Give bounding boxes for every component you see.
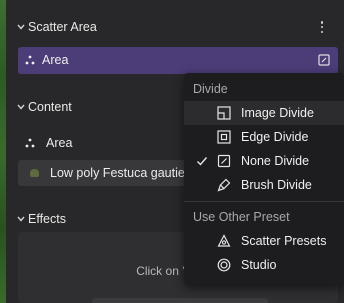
- preset-group-title: Use Other Preset: [193, 210, 290, 224]
- studio-icon: [217, 258, 231, 272]
- menu-item-none-divide[interactable]: None Divide: [184, 149, 344, 173]
- menu-item-scatter-presets[interactable]: Scatter Presets: [184, 229, 344, 253]
- menu-item-label: Image Divide: [241, 106, 314, 120]
- scatter-area-label: Area: [42, 53, 69, 67]
- scatter-area-header[interactable]: Scatter Area: [6, 14, 344, 40]
- asset-item[interactable]: Low poly Festuca gautier: [18, 160, 208, 186]
- menu-item-studio[interactable]: Studio: [184, 253, 344, 277]
- brush-divide-icon: [217, 178, 231, 192]
- scatter-dots-icon: [25, 138, 35, 148]
- section-title: Effects: [28, 212, 66, 226]
- section-title: Scatter Area: [28, 20, 97, 34]
- section-title: Content: [28, 100, 72, 114]
- scatter-presets-icon: [217, 234, 231, 247]
- kebab-menu-icon[interactable]: [316, 20, 328, 34]
- edge-divide-icon: [217, 130, 231, 144]
- checkmark-icon: [197, 157, 208, 166]
- menu-item-brush-divide[interactable]: Brush Divide: [184, 173, 344, 197]
- menu-item-label: None Divide: [241, 154, 310, 168]
- menu-item-label: Brush Divide: [241, 178, 312, 192]
- divide-group-title: Divide: [193, 82, 228, 96]
- add-effect-button[interactable]: [92, 298, 268, 303]
- none-divide-mode-icon[interactable]: [318, 54, 330, 66]
- asset-label: Low poly Festuca gautier: [50, 166, 189, 180]
- chevron-down-icon[interactable]: [16, 102, 26, 112]
- scatter-dots-icon: [25, 55, 35, 65]
- menu-item-label: Scatter Presets: [241, 234, 327, 248]
- chevron-down-icon[interactable]: [16, 214, 26, 224]
- image-divide-icon: [217, 106, 231, 120]
- none-divide-icon: [217, 154, 231, 168]
- chevron-down-icon[interactable]: [16, 22, 26, 32]
- menu-item-label: Edge Divide: [241, 130, 309, 144]
- content-area-label: Area: [46, 136, 73, 150]
- menu-item-edge-divide[interactable]: Edge Divide: [184, 125, 344, 149]
- menu-item-image-divide[interactable]: Image Divide: [184, 101, 344, 125]
- divide-dropdown-menu: Divide Image Divide Edge Divide None Div…: [184, 73, 344, 285]
- menu-separator: [184, 201, 344, 202]
- scatter-area-item[interactable]: Area: [18, 47, 338, 74]
- asset-thumbnail: [30, 169, 39, 177]
- menu-item-label: Studio: [241, 258, 277, 272]
